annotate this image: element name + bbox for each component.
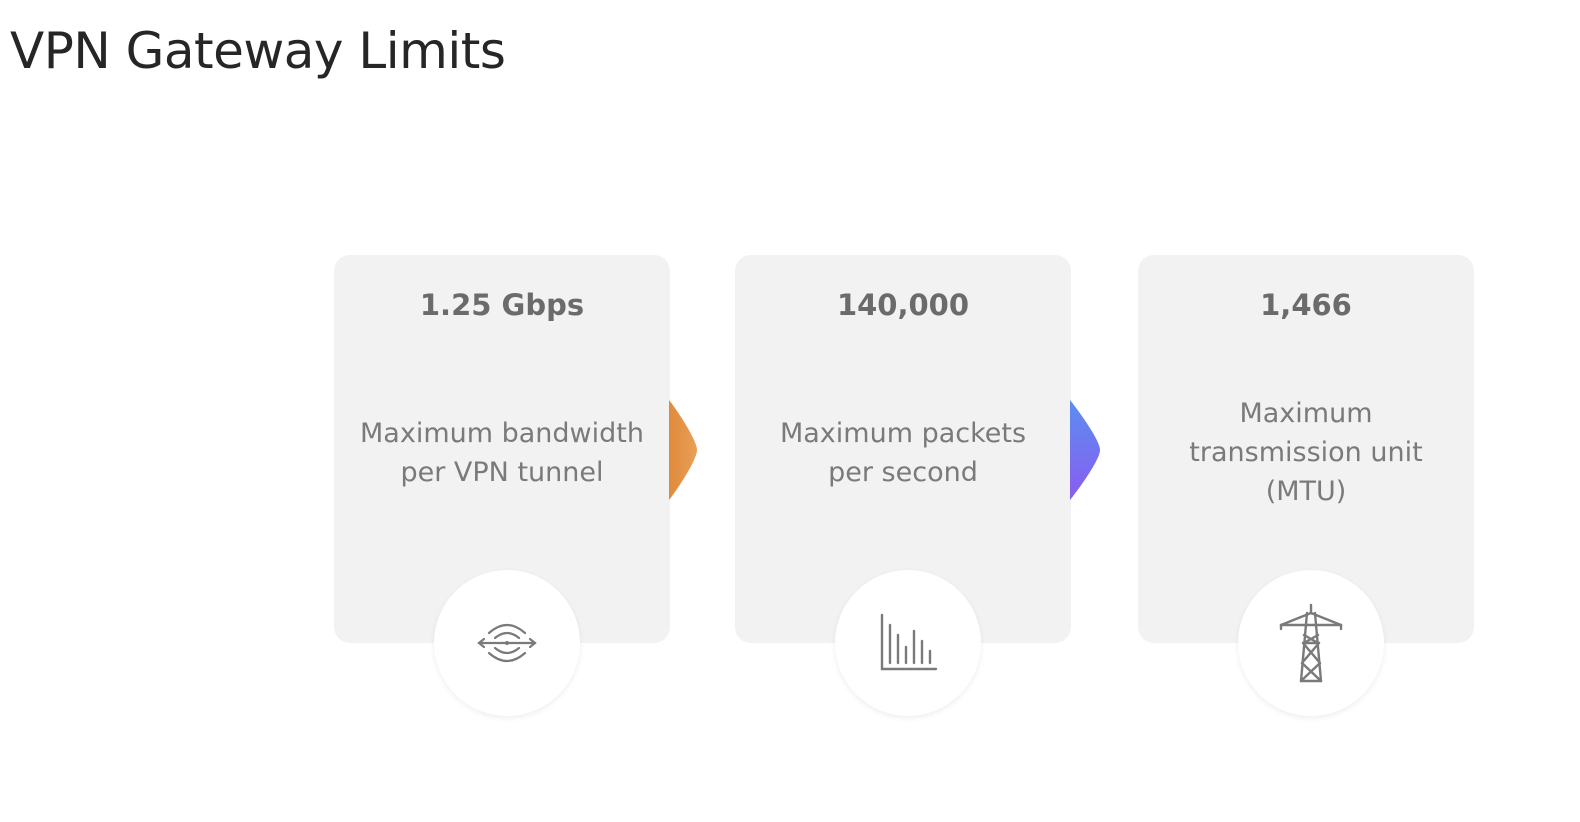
mtu-label: Maximum transmission unit (MTU) (1189, 398, 1423, 507)
bandwidth-icon-circle (434, 570, 580, 716)
mtu-icon-circle (1238, 570, 1384, 716)
mtu-value: 1,466 (1260, 288, 1352, 322)
packets-label: Maximum packets per second (779, 417, 1027, 488)
bandwidth-value: 1.25 Gbps (419, 288, 585, 322)
connector-arrow-1 (669, 400, 697, 500)
bandwidth-label: Maximum bandwidth per VPN tunnel (360, 417, 644, 488)
bar-chart-icon (880, 613, 938, 671)
transmission-tower-icon (1279, 603, 1343, 683)
connector-arrow-2 (1070, 400, 1100, 500)
wireless-signal-icon (477, 623, 537, 663)
packets-value: 140,000 (836, 288, 970, 322)
packets-icon-circle (835, 570, 981, 716)
